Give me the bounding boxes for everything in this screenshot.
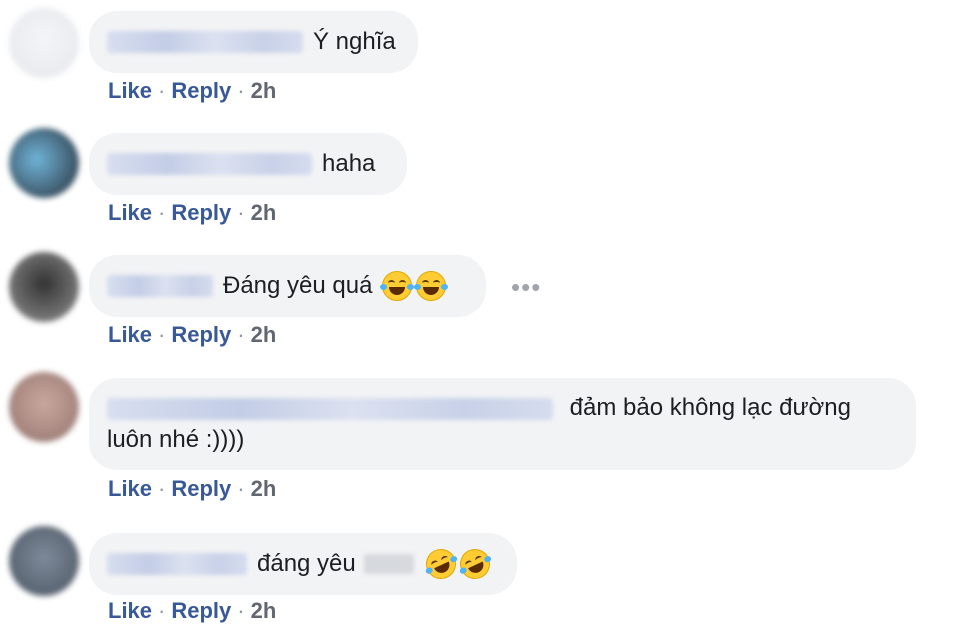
like-button[interactable]: Like [108, 598, 152, 623]
comment-text: haha [322, 150, 376, 177]
avatar[interactable] [9, 252, 79, 322]
separator: · [237, 598, 245, 623]
avatar[interactable] [9, 128, 79, 198]
comment-bubble: đảm bảo không lạc đường luôn nhé :)))) [89, 378, 916, 470]
like-button[interactable]: Like [108, 200, 152, 225]
like-button[interactable]: Like [108, 78, 152, 103]
timestamp[interactable]: 2h [251, 598, 277, 623]
separator: · [237, 78, 245, 103]
separator: · [237, 476, 245, 501]
reply-button[interactable]: Reply [171, 598, 231, 623]
comment-bubble: Ý nghĩa [89, 11, 418, 73]
separator: · [158, 476, 166, 501]
reply-button[interactable]: Reply [171, 78, 231, 103]
comment-text: đáng yêu [257, 550, 356, 577]
comment-bubble: đáng yêu [89, 533, 517, 595]
separator: · [237, 200, 245, 225]
avatar[interactable] [9, 372, 79, 442]
reply-button[interactable]: Reply [171, 200, 231, 225]
separator: · [237, 322, 245, 347]
separator: · [158, 78, 166, 103]
separator: · [158, 598, 166, 623]
timestamp[interactable]: 2h [251, 78, 277, 103]
comment-text: Đáng yêu quá [223, 272, 373, 299]
like-button[interactable]: Like [108, 476, 152, 501]
comment-actions: Like · Reply · 2h [108, 77, 276, 105]
reply-button[interactable]: Reply [171, 322, 231, 347]
blurred-author-name[interactable] [107, 397, 553, 420]
comment-actions: Like · Reply · 2h [108, 199, 276, 227]
comment-bubble: Đáng yêu quá [89, 255, 486, 317]
timestamp[interactable]: 2h [251, 476, 277, 501]
comment-actions: Like · Reply · 2h [108, 597, 276, 625]
more-options-icon[interactable]: ••• [511, 272, 541, 303]
comment-bubble: haha [89, 133, 407, 195]
rofl-icon [420, 544, 461, 584]
avatar[interactable] [9, 526, 79, 596]
blurred-text [363, 554, 414, 574]
timestamp[interactable]: 2h [251, 200, 277, 225]
blurred-author-name[interactable] [107, 275, 213, 297]
timestamp[interactable]: 2h [251, 322, 277, 347]
comment-actions: Like · Reply · 2h [108, 321, 276, 349]
blurred-author-name[interactable] [107, 31, 303, 53]
reply-button[interactable]: Reply [171, 476, 231, 501]
blurred-author-name[interactable] [107, 553, 247, 575]
comment-text: Ý nghĩa [313, 28, 396, 55]
grinning-sweat-icon [414, 271, 449, 301]
comment-actions: Like · Reply · 2h [108, 475, 276, 503]
separator: · [158, 322, 166, 347]
like-button[interactable]: Like [108, 322, 152, 347]
separator: · [158, 200, 166, 225]
grinning-sweat-icon [380, 271, 415, 301]
blurred-author-name[interactable] [107, 153, 312, 175]
rofl-icon [454, 544, 495, 584]
avatar[interactable] [9, 8, 79, 78]
